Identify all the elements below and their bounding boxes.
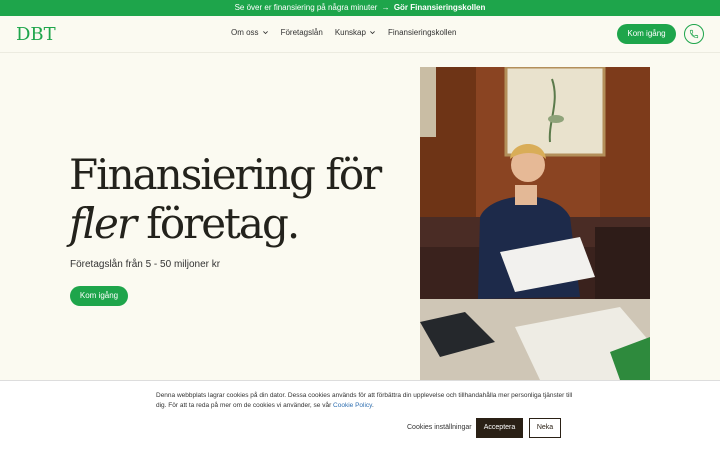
nav-item-label: Kunskap <box>334 28 366 37</box>
chevron-down-icon <box>370 31 375 35</box>
deny-cookies-button[interactable]: Neka <box>529 418 561 438</box>
promo-link[interactable]: Gör Finansieringskollen <box>394 3 486 12</box>
accept-cookies-button[interactable]: Acceptera <box>476 418 523 438</box>
nav-item-kunskap[interactable]: Kunskap <box>335 28 376 37</box>
phone-button[interactable] <box>684 24 704 44</box>
hero-title: Finansiering för fler företag. <box>69 150 382 248</box>
promo-banner[interactable]: Se över er finansiering på några minuter… <box>0 0 720 16</box>
promo-text: Se över er finansiering på några minuter <box>234 3 378 12</box>
nav-menu: Om oss Företagslån Kunskap Finansierings… <box>231 28 456 37</box>
nav-item-foretagslan[interactable]: Företagslån <box>281 28 323 37</box>
cookie-policy-link[interactable]: Cookie Policy <box>333 402 372 409</box>
hero-title-line2: företag. <box>146 199 300 248</box>
hero-title-line1: Finansiering för <box>69 150 382 199</box>
nav-item-label: Finansieringskollen <box>387 28 457 37</box>
hero-photo <box>420 67 650 380</box>
main-navigation: DBT Om oss Företagslån Kunskap Finansier… <box>0 16 720 53</box>
dbt-logo[interactable]: DBT <box>16 24 56 45</box>
nav-item-label: Om oss <box>231 28 259 37</box>
chevron-down-icon <box>262 31 268 35</box>
nav-item-label: Företagslån <box>280 28 323 37</box>
cookie-banner: Denna webbplats lagrar cookies på din da… <box>0 380 720 450</box>
hero-subtitle: Företagslån från 5 - 50 miljoner kr <box>70 259 221 270</box>
nav-item-finansieringskollen[interactable]: Finansieringskollen <box>388 28 456 37</box>
arrow-right-icon: → <box>381 3 390 12</box>
hero-title-italic: fler <box>69 199 137 248</box>
phone-icon <box>689 29 699 39</box>
nav-item-om-oss[interactable]: Om oss <box>231 28 269 37</box>
kom-igang-hero-button[interactable]: Kom igång <box>70 286 128 306</box>
cookie-settings-button[interactable]: Cookies inställningar <box>407 424 472 431</box>
kom-igang-nav-button[interactable]: Kom igång <box>617 24 676 44</box>
cookie-text-end: . <box>371 402 374 409</box>
cookie-text: Denna webbplats lagrar cookies på din da… <box>156 391 576 411</box>
